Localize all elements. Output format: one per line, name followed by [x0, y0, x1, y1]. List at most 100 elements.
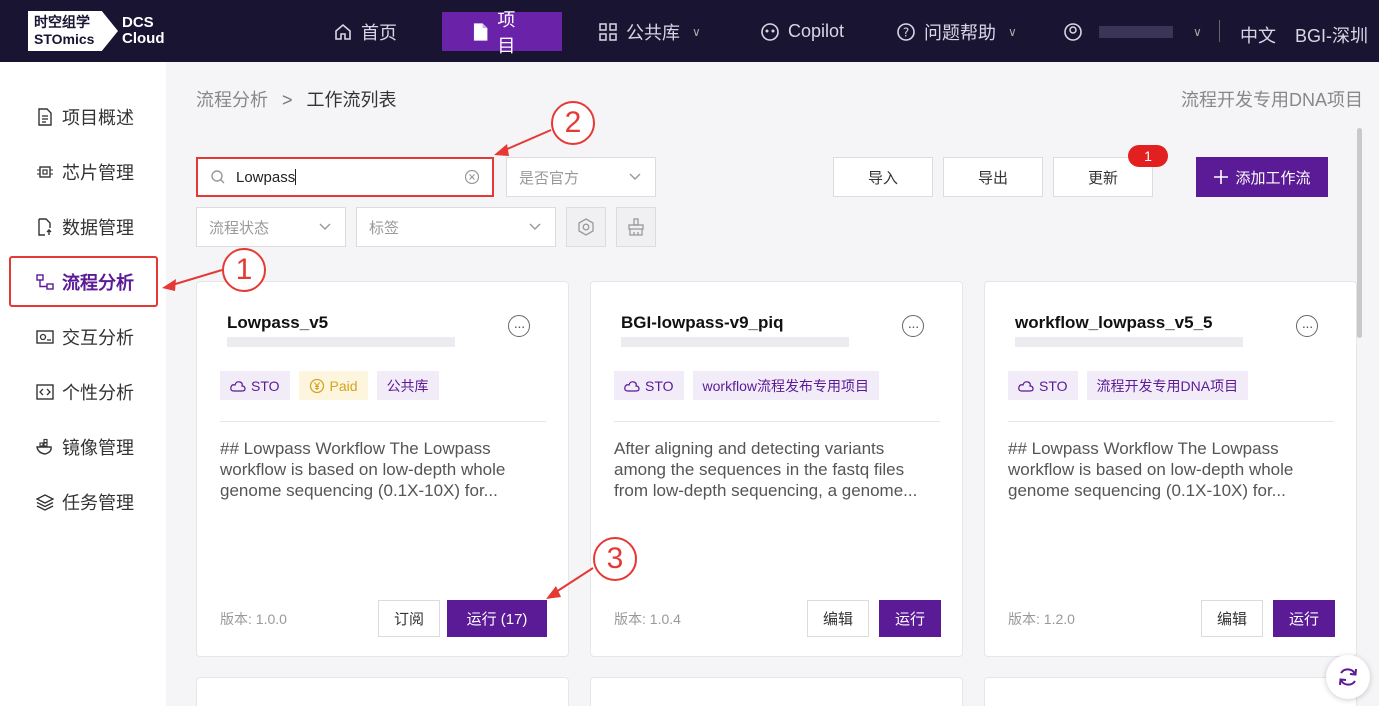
chevron-down-icon: [629, 173, 641, 180]
more-options-icon[interactable]: ···: [902, 315, 924, 337]
nav-home-label: 首页: [361, 22, 397, 43]
image-analysis-icon: [36, 330, 54, 344]
search-input[interactable]: Lowpass: [196, 157, 494, 197]
cloud-icon: [1018, 380, 1034, 392]
logo-en-text: STOmics: [34, 31, 95, 47]
scrollbar[interactable]: [1357, 128, 1362, 338]
tag-label: STO: [251, 377, 280, 394]
question-icon: ?: [897, 22, 915, 41]
logo[interactable]: 时空组学 STOmics DCS Cloud: [28, 11, 165, 51]
nav-help-label: 问题帮助: [924, 22, 996, 43]
logo-product: DCS Cloud: [122, 15, 165, 47]
tag: STO: [220, 371, 290, 400]
top-navigation-bar: 时空组学 STOmics DCS Cloud 首页 项目 公共库 ∨ Copil…: [0, 0, 1379, 62]
nav-project[interactable]: 项目: [442, 10, 562, 56]
tag-label: STO: [1039, 377, 1068, 394]
sidebar-item-label: 交互分析: [62, 328, 134, 348]
annotation-marker: 1: [222, 248, 266, 292]
tag-list: STO workflow流程发布专用项目: [614, 371, 879, 400]
nav-project-label: 项目: [497, 9, 516, 56]
sidebar-item-label: 个性分析: [62, 383, 134, 403]
clear-filter-button[interactable]: [616, 207, 656, 247]
logo-dcs-text: DCS: [122, 14, 154, 31]
breadcrumb-parent[interactable]: 流程分析: [196, 90, 268, 110]
sidebar-item-data[interactable]: 数据管理: [36, 212, 134, 242]
tag-list: STO Paid 公共库: [220, 371, 439, 400]
run-button[interactable]: 运行: [1273, 600, 1335, 637]
status-select-placeholder: 流程状态: [209, 219, 270, 237]
workflow-card[interactable]: Lowpass_v5 ··· STO Paid 公共库 ## Lowpass W…: [196, 281, 569, 657]
subscribe-button[interactable]: 订阅: [378, 600, 440, 637]
chevron-down-icon: [319, 223, 331, 230]
sidebar-item-label: 任务管理: [62, 493, 134, 513]
workflow-title[interactable]: workflow_lowpass_v5_5: [1015, 313, 1212, 333]
more-options-icon[interactable]: ···: [508, 315, 530, 337]
sidebar-item-overview[interactable]: 项目概述: [36, 102, 134, 132]
settings-icon: [578, 218, 594, 236]
sidebar-item-task[interactable]: 任务管理: [36, 487, 134, 517]
chevron-down-icon: ∨: [692, 24, 701, 39]
workflow-card[interactable]: BGI-lowpass-v9_piq ··· STO workflow流程发布专…: [590, 281, 963, 657]
annotation-marker: 3: [593, 537, 637, 581]
workflow-subtitle-redacted: [227, 337, 455, 347]
workflow-title[interactable]: Lowpass_v5: [227, 313, 328, 333]
region-switch[interactable]: BGI-深圳: [1295, 22, 1368, 48]
settings-button[interactable]: [566, 207, 606, 247]
language-switch[interactable]: 中文: [1240, 22, 1276, 48]
sidebar-item-custom[interactable]: 个性分析: [36, 377, 134, 407]
plus-icon: [1214, 170, 1229, 184]
import-button[interactable]: 导入: [833, 157, 933, 197]
tag-label: Paid: [329, 377, 358, 394]
more-options-icon[interactable]: ···: [1296, 315, 1318, 337]
edit-button[interactable]: 编辑: [807, 600, 869, 637]
chevron-down-icon: ∨: [1193, 24, 1202, 39]
yen-coin-icon: [309, 378, 324, 393]
divider: [1008, 421, 1334, 422]
edit-button[interactable]: 编辑: [1201, 600, 1263, 637]
tag: 公共库: [376, 371, 439, 400]
tag: workflow流程发布专用项目: [692, 371, 879, 400]
broom-icon: [628, 218, 644, 236]
workflow-subtitle-redacted: [1015, 337, 1243, 347]
nav-help[interactable]: ? 问题帮助 ∨: [896, 12, 1017, 51]
workflow-card[interactable]: [984, 677, 1357, 706]
refresh-button[interactable]: [1326, 655, 1370, 699]
workflow-description: After aligning and detecting variants am…: [614, 439, 918, 500]
run-button[interactable]: 运行: [879, 600, 941, 637]
status-select[interactable]: 流程状态: [196, 207, 346, 247]
nav-copilot[interactable]: Copilot: [760, 12, 844, 51]
home-icon: [335, 23, 351, 40]
tag-select[interactable]: 标签: [356, 207, 556, 247]
text-cursor: [295, 169, 297, 185]
annotation-marker: 2: [551, 101, 595, 145]
user-icon: [1064, 22, 1082, 41]
sidebar-item-label: 项目概述: [62, 108, 134, 128]
workflow-title[interactable]: BGI-lowpass-v9_piq: [621, 313, 783, 333]
refresh-icon: [1339, 668, 1357, 686]
chevron-down-icon: ∨: [1008, 24, 1017, 39]
official-select[interactable]: 是否官方: [506, 157, 656, 197]
version-value: 1.2.0: [1043, 611, 1075, 627]
workflow-card[interactable]: [590, 677, 963, 706]
sidebar-item-label: 镜像管理: [62, 438, 134, 458]
nav-home[interactable]: 首页: [333, 12, 397, 51]
run-button[interactable]: 运行 (17): [447, 600, 547, 637]
user-name-redacted: [1099, 25, 1173, 38]
search-input-value: Lowpass: [236, 168, 296, 186]
user-menu[interactable]: ∨: [1063, 12, 1202, 51]
logo-mark: 时空组学 STOmics: [28, 11, 118, 51]
sidebar-item-chip[interactable]: 芯片管理: [36, 157, 134, 187]
sidebar-item-image[interactable]: 镜像管理: [36, 432, 134, 462]
nav-public-library[interactable]: 公共库 ∨: [598, 12, 701, 51]
tag: STO: [1008, 371, 1078, 400]
workflow-card[interactable]: [196, 677, 569, 706]
sidebar-item-label: 芯片管理: [62, 163, 134, 183]
breadcrumb-separator: >: [282, 90, 293, 110]
sidebar-item-interactive[interactable]: 交互分析: [36, 322, 134, 352]
document-filled-icon: [473, 22, 488, 41]
export-button[interactable]: 导出: [943, 157, 1043, 197]
workflow-description: ## Lowpass Workflow The Lowpass workflow…: [1008, 439, 1294, 500]
clear-icon[interactable]: [464, 169, 480, 185]
workflow-card[interactable]: workflow_lowpass_v5_5 ··· STO 流程开发专用DNA项…: [984, 281, 1357, 657]
add-workflow-button[interactable]: 添加工作流: [1196, 157, 1328, 197]
